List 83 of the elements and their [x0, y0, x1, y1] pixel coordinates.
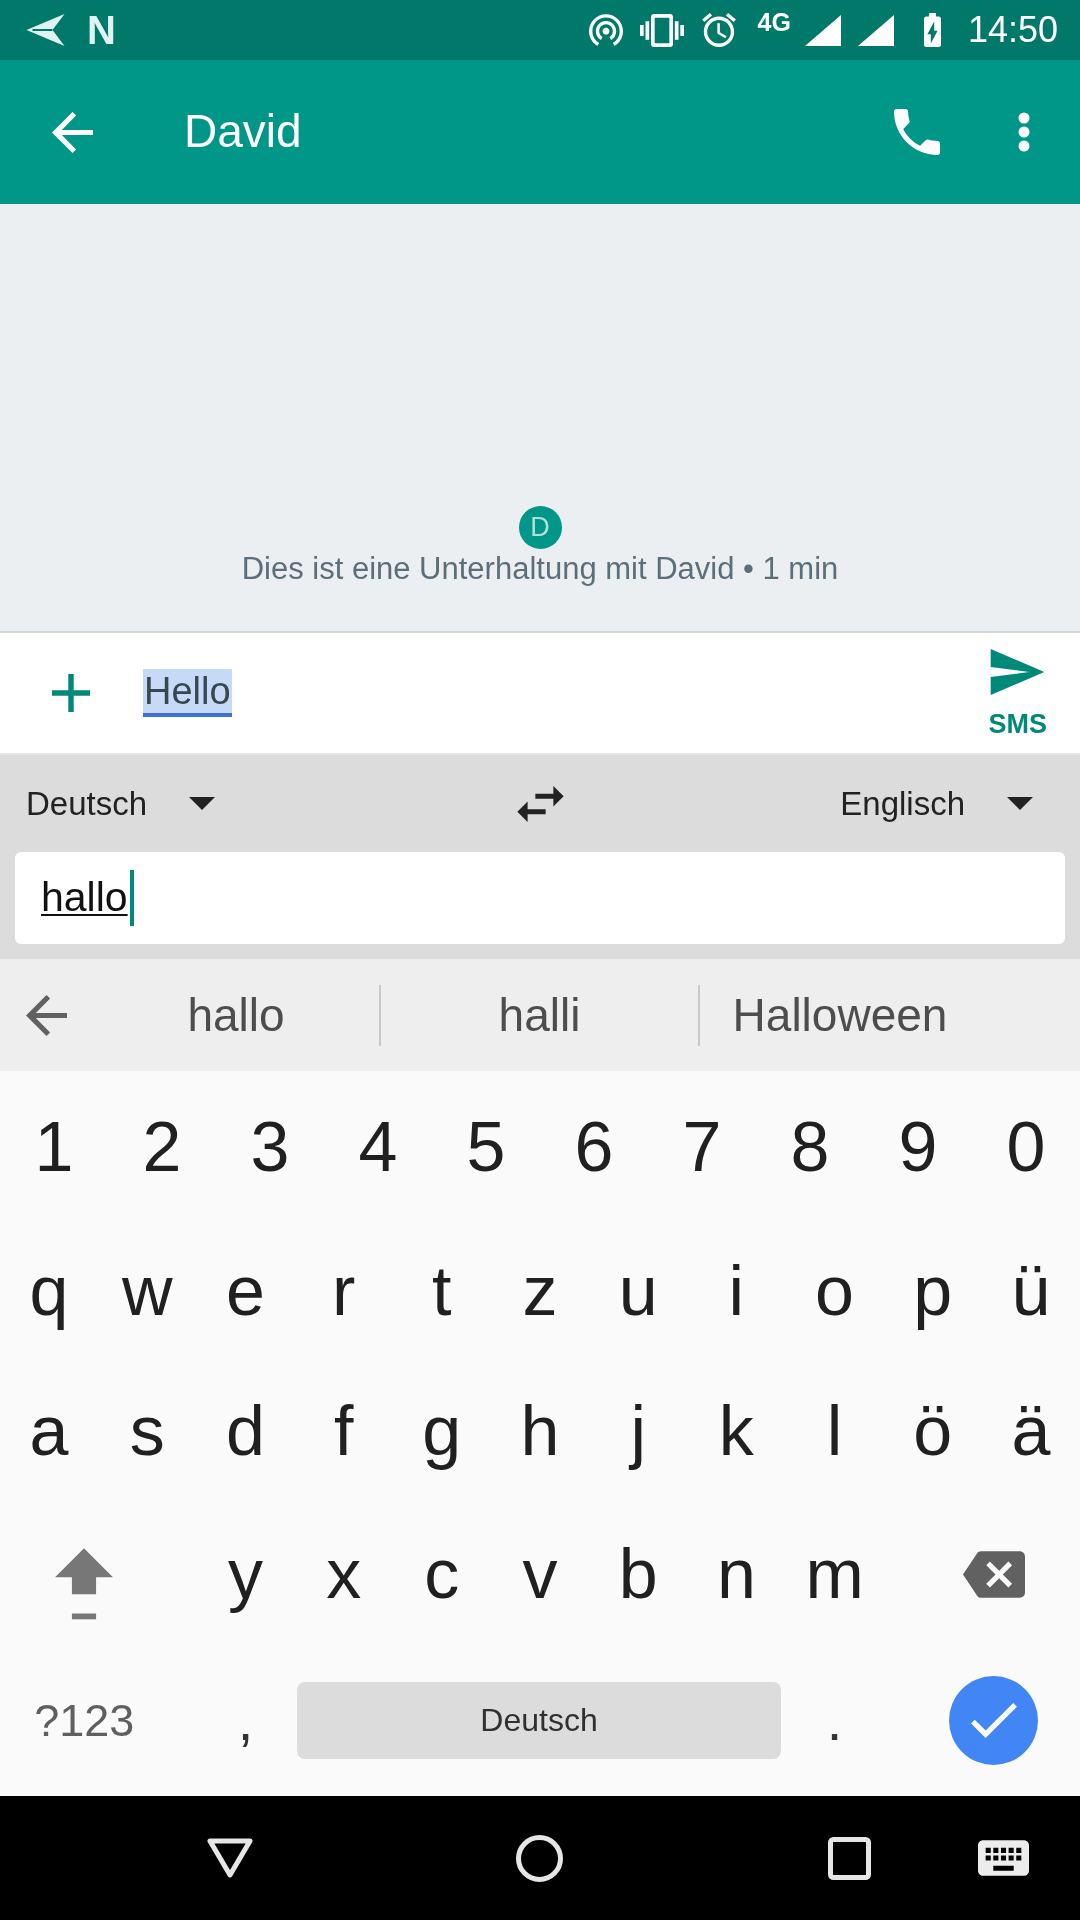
plus-icon[interactable]: [52, 674, 90, 712]
symbols-key[interactable]: ?123: [0, 1645, 197, 1796]
punctuation-key[interactable]: ,: [196, 1645, 295, 1796]
keyboard-key[interactable]: f: [294, 1359, 393, 1503]
keyboard-key[interactable]: 4: [324, 1071, 432, 1223]
battery-charging-icon: [923, 13, 941, 47]
keyboard-key[interactable]: o: [785, 1223, 884, 1359]
conversation-notice: Dies ist eine Unterhaltung mit David • 1 min: [241, 550, 839, 588]
contact-avatar: D: [518, 506, 562, 549]
keyboard-key[interactable]: i: [687, 1223, 786, 1359]
text-cursor: [129, 870, 134, 926]
keyboard-key[interactable]: s: [98, 1359, 197, 1503]
caret-icon: [189, 797, 216, 810]
keyboard-key[interactable]: z: [490, 1223, 590, 1359]
keyboard-key[interactable]: 7: [648, 1071, 756, 1223]
space-bar[interactable]: Deutsch: [296, 1682, 782, 1759]
keyboard-key[interactable]: t: [392, 1223, 491, 1359]
keyboard-key[interactable]: q: [0, 1223, 99, 1359]
keyboard-key[interactable]: u: [589, 1223, 688, 1359]
send-button[interactable]: SMS: [988, 648, 1047, 738]
target-language-dropdown[interactable]: Englisch: [840, 784, 1065, 823]
keyboard-key[interactable]: 8: [756, 1071, 864, 1223]
keyboard-key[interactable]: m: [785, 1503, 884, 1645]
keyboard-key[interactable]: h: [490, 1359, 590, 1503]
home-nav-icon[interactable]: [516, 1834, 563, 1882]
keyboard-key[interactable]: b: [589, 1503, 688, 1645]
keyboard-key[interactable]: w: [98, 1223, 197, 1359]
shift-icon[interactable]: [55, 1547, 114, 1621]
paper-plane-icon: [26, 14, 65, 46]
keyboard-key[interactable]: c: [392, 1503, 491, 1645]
keyboard-key[interactable]: v: [490, 1503, 590, 1645]
suggestion-word[interactable]: halli: [498, 988, 581, 1042]
swap-icon[interactable]: [516, 785, 564, 822]
keyboard-key[interactable]: j: [589, 1359, 688, 1503]
recents-nav-icon[interactable]: [828, 1836, 871, 1880]
back-arrow-icon[interactable]: [26, 994, 67, 1036]
keyboard-icon[interactable]: [978, 1840, 1029, 1876]
keyboard-key[interactable]: d: [196, 1359, 295, 1503]
keyboard-key[interactable]: a: [0, 1359, 99, 1503]
contact-name: David: [184, 104, 302, 160]
signal-icon: [857, 14, 894, 46]
keyboard-key[interactable]: 1: [0, 1071, 108, 1223]
alarm-clock-icon: [701, 13, 736, 47]
back-arrow-icon[interactable]: [52, 111, 93, 153]
more-options-icon[interactable]: [1018, 112, 1030, 152]
punctuation-key[interactable]: .: [785, 1645, 884, 1796]
message-field[interactable]: Hello: [143, 657, 989, 729]
notification-letter: N: [87, 10, 116, 50]
keyboard-key[interactable]: 5: [432, 1071, 540, 1223]
keyboard-key[interactable]: 0: [972, 1071, 1080, 1223]
keyboard-key[interactable]: ä: [981, 1359, 1080, 1503]
keyboard-key[interactable]: 2: [108, 1071, 216, 1223]
hotspot-icon: [588, 14, 623, 46]
keyboard-key[interactable]: e: [196, 1223, 295, 1359]
message-text: Hello: [143, 669, 232, 717]
keyboard-key[interactable]: p: [883, 1223, 982, 1359]
keyboard-key[interactable]: ö: [883, 1359, 982, 1503]
keyboard-key[interactable]: 3: [216, 1071, 324, 1223]
back-nav-icon[interactable]: [207, 1838, 253, 1878]
clock-time: 14:50: [967, 12, 1058, 48]
keyboard-key[interactable]: n: [687, 1503, 786, 1645]
keyboard-key[interactable]: g: [392, 1359, 491, 1503]
source-language-dropdown[interactable]: Deutsch: [15, 784, 216, 823]
keyboard-key[interactable]: l: [785, 1359, 884, 1503]
suggestion-word[interactable]: hallo: [187, 988, 285, 1042]
check-icon: [970, 1703, 1017, 1738]
keyboard-key[interactable]: 9: [864, 1071, 972, 1223]
signal-icon: [804, 14, 841, 46]
caret-icon: [1007, 797, 1033, 810]
keyboard-key[interactable]: ü: [981, 1223, 1080, 1359]
keyboard-key[interactable]: y: [196, 1503, 295, 1645]
backspace-icon[interactable]: [962, 1550, 1025, 1598]
keyboard-key[interactable]: x: [294, 1503, 393, 1645]
suggestion-word[interactable]: Halloween: [732, 988, 948, 1042]
keyboard-key[interactable]: k: [687, 1359, 786, 1503]
keyboard-key[interactable]: r: [294, 1223, 393, 1359]
translate-input-field[interactable]: hallo: [15, 852, 1065, 944]
send-icon: [990, 648, 1046, 695]
network-type: 4G: [757, 10, 791, 35]
vibrate-icon: [639, 13, 684, 47]
phone-icon[interactable]: [894, 109, 940, 155]
input-text: hallo: [41, 873, 128, 923]
keyboard-key[interactable]: 6: [540, 1071, 648, 1223]
